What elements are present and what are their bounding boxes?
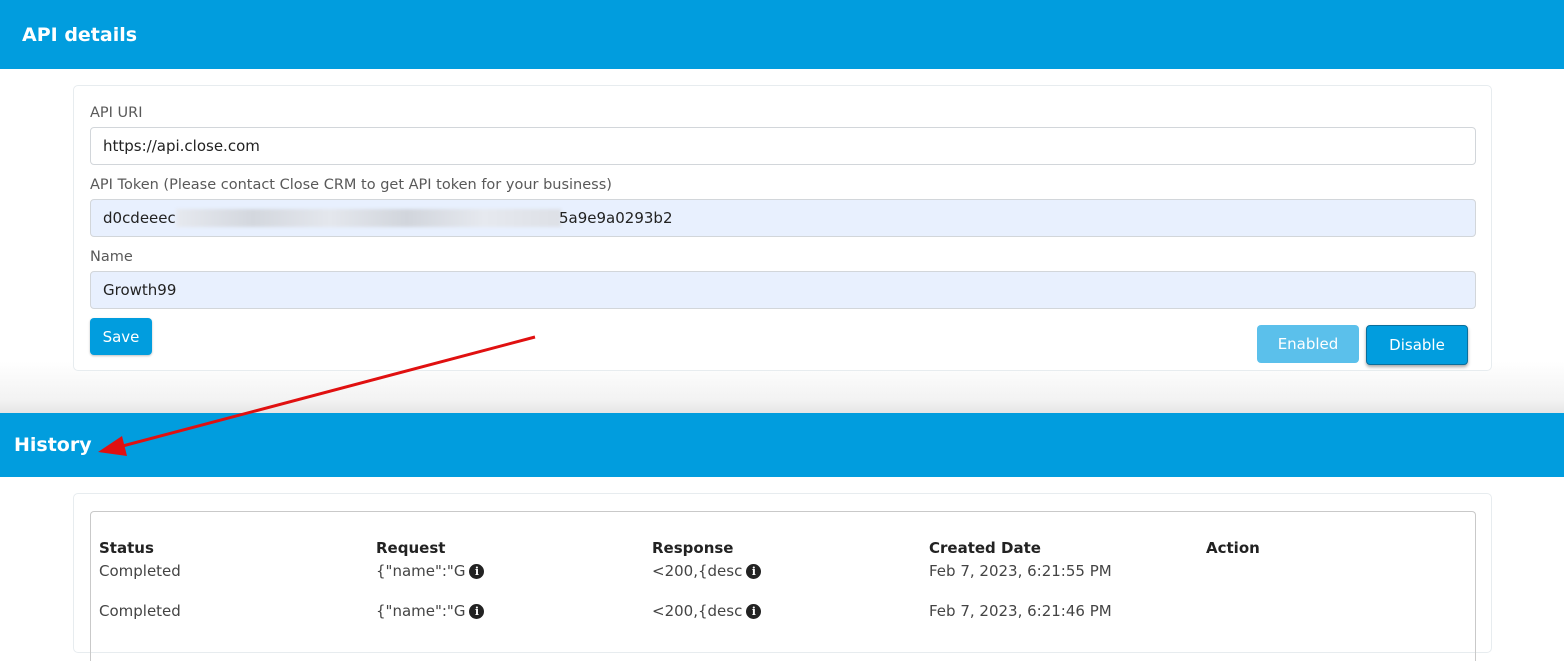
history-header: History	[0, 413, 1564, 477]
api-details-header: API details	[0, 0, 1564, 69]
row-1-request: {"name":"G	[376, 562, 466, 580]
api-token-label: API Token (Please contact Close CRM to g…	[90, 177, 612, 193]
name-value: Growth99	[103, 281, 177, 299]
info-circle-icon[interactable]: i	[469, 603, 485, 619]
column-header-response: Response	[652, 539, 734, 557]
enabled-button[interactable]: Enabled	[1257, 325, 1359, 363]
token-redaction-blur	[176, 209, 561, 227]
api-token-prefix: d0cdeeec	[103, 209, 176, 227]
api-details-title: API details	[22, 23, 138, 46]
history-title: History	[14, 434, 92, 456]
column-header-request: Request	[376, 539, 446, 557]
row-1-created-date: Feb 7, 2023, 6:21:55 PM	[929, 562, 1112, 580]
row-1-request-cell: {"name":"G i	[376, 562, 485, 580]
api-details-card: API URI https://api.close.com API Token …	[73, 85, 1492, 371]
api-token-input[interactable]: d0cdeeec 5a9e9a0293b2	[90, 199, 1476, 237]
save-button[interactable]: Save	[90, 318, 152, 355]
row-2-response: <200,{desc	[652, 602, 743, 620]
info-circle-icon[interactable]: i	[469, 563, 485, 579]
api-uri-label: API URI	[90, 105, 143, 121]
api-token-suffix: 5a9e9a0293b2	[559, 209, 673, 227]
name-input[interactable]: Growth99	[90, 271, 1476, 309]
name-label: Name	[90, 249, 133, 265]
column-header-created-date: Created Date	[929, 539, 1041, 557]
row-2-response-cell: <200,{desc i	[652, 602, 762, 620]
info-circle-icon[interactable]: i	[746, 603, 762, 619]
row-2-request-cell: {"name":"G i	[376, 602, 485, 620]
row-1-response: <200,{desc	[652, 562, 743, 580]
column-header-action: Action	[1206, 539, 1260, 557]
row-1-status: Completed	[99, 562, 181, 580]
info-circle-icon[interactable]: i	[746, 563, 762, 579]
row-1-response-cell: <200,{desc i	[652, 562, 762, 580]
column-header-status: Status	[99, 539, 154, 557]
history-card: Status Request Response Created Date Act…	[73, 493, 1492, 661]
api-uri-input[interactable]: https://api.close.com	[90, 127, 1476, 165]
disable-button[interactable]: Disable	[1366, 325, 1468, 365]
row-2-status: Completed	[99, 602, 181, 620]
row-2-created-date: Feb 7, 2023, 6:21:46 PM	[929, 602, 1112, 620]
api-uri-value: https://api.close.com	[103, 137, 260, 155]
row-2-request: {"name":"G	[376, 602, 466, 620]
